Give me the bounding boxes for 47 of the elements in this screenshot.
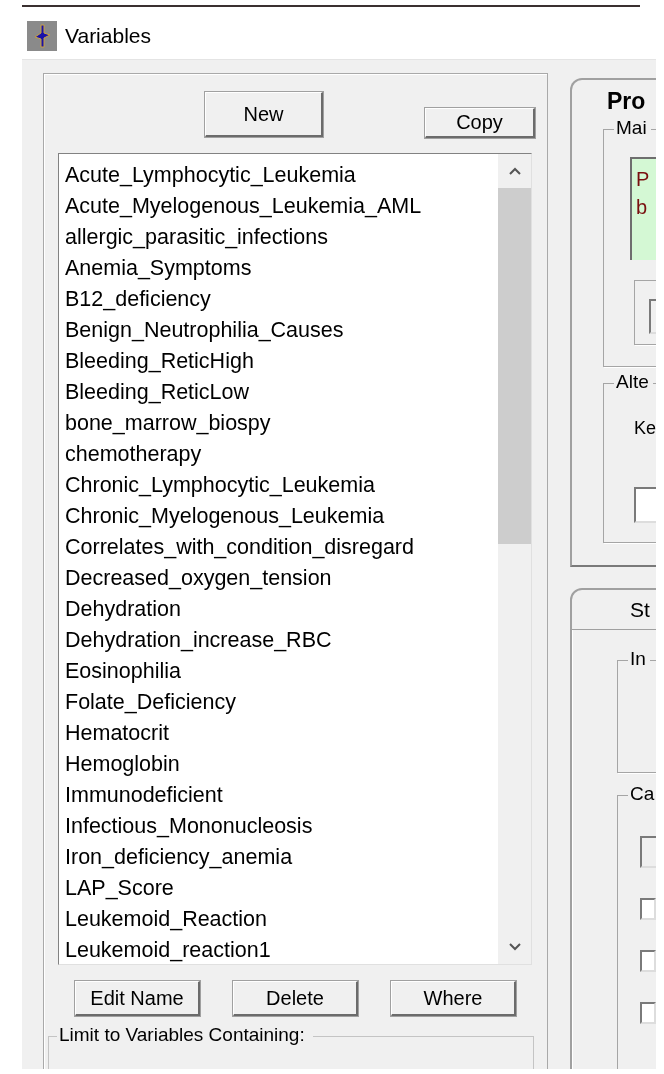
scroll-thumb[interactable] [498,188,531,544]
list-item[interactable]: Chronic_Myelogenous_Leukemia [65,501,498,532]
list-item[interactable]: Infectious_Mononucleosis [65,811,498,842]
list-item[interactable]: Leukemoid_Reaction [65,904,498,935]
text-area[interactable]: P b [630,157,656,260]
panel-title: Pro [607,88,647,115]
list-item[interactable]: allergic_parasitic_infections [65,222,498,253]
text-line: b [636,195,649,220]
list-item[interactable]: chemotherapy [65,439,498,470]
scroll-down-icon[interactable] [507,942,522,952]
checkbox[interactable] [640,898,656,920]
list-item[interactable]: Correlates_with_condition_disregard [65,532,498,563]
list-item[interactable]: Leukemoid_reaction1 [65,935,498,964]
list-item[interactable]: Immunodeficient [65,780,498,811]
list-item[interactable]: Hematocrit [65,718,498,749]
list-item[interactable]: Eosinophilia [65,656,498,687]
list-item[interactable]: Hemoglobin [65,749,498,780]
text-line: P [636,167,651,192]
list-item[interactable]: Bleeding_ReticHigh [65,346,498,377]
window-title: Variables [65,24,151,48]
list-item[interactable]: Acute_Myelogenous_Leukemia_AML [65,191,498,222]
variable-list[interactable] [58,153,532,965]
list-item[interactable]: Iron_deficiency_anemia [65,842,498,873]
list-item[interactable]: bone_marrow_biospy [65,408,498,439]
list-item[interactable]: Dehydration [65,594,498,625]
copy-button[interactable]: Copy [425,108,535,138]
list-item[interactable]: Decreased_oxygen_tension [65,563,498,594]
list-item[interactable]: B12_deficiency [65,284,498,315]
list-item[interactable]: Dehydration_increase_RBC [65,625,498,656]
list-item[interactable]: Acute_Lymphocytic_Leukemia [65,160,498,191]
scrollbar[interactable] [498,154,531,964]
list-item[interactable]: Benign_Neutrophilia_Causes [65,315,498,346]
scroll-up-icon[interactable] [507,166,522,176]
list-item[interactable]: Chronic_Lymphocytic_Leukemia [65,470,498,501]
checkbox[interactable] [640,950,656,972]
list-item[interactable]: Bleeding_ReticLow [65,377,498,408]
list-item[interactable]: Anemia_Symptoms [65,253,498,284]
field-label: Ke [634,418,656,439]
action-button[interactable]: Delete [233,981,358,1016]
tab[interactable]: St [570,588,656,630]
action-button[interactable]: Edit Name [75,981,200,1016]
checkbox[interactable] [640,1002,656,1024]
action-button[interactable]: Where [391,981,516,1016]
app-icon [27,21,57,51]
list-item[interactable]: Folate_Deficiency [65,687,498,718]
new-button[interactable]: New [205,92,323,137]
list-item[interactable]: LAP_Score [65,873,498,904]
